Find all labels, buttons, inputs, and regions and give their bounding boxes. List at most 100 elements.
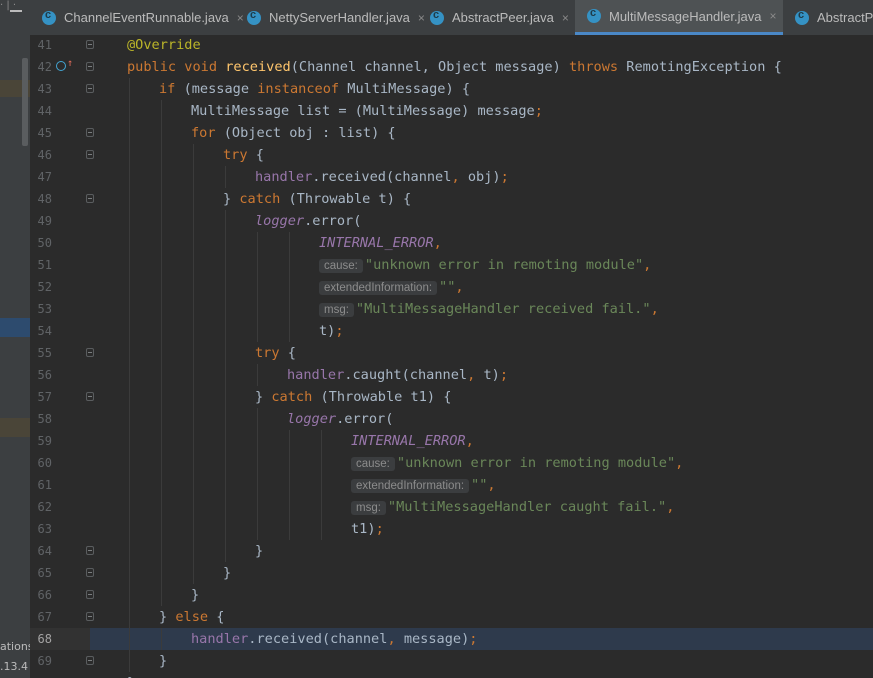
code-line[interactable]: 48} catch (Throwable t) { — [30, 188, 873, 210]
indent-guide — [193, 188, 194, 210]
indent-guide — [225, 320, 226, 342]
code-line[interactable]: 62 msg: "MultiMessageHandler caught fail."… — [30, 496, 873, 518]
line-number: 43 — [37, 82, 52, 96]
code-line[interactable]: 66} — [30, 584, 873, 606]
code-line[interactable]: 46 try { — [30, 144, 873, 166]
collapse-icon[interactable] — [10, 10, 22, 12]
parameter-hint: cause: — [351, 457, 395, 471]
indent-guide — [257, 496, 258, 518]
fold-marker-icon[interactable] — [86, 656, 94, 665]
code-line[interactable]: 64} — [30, 540, 873, 562]
fold-marker-icon[interactable] — [86, 590, 94, 599]
indent-guide — [225, 364, 226, 386]
panel-scrollbar[interactable] — [22, 58, 28, 146]
close-icon[interactable]: × — [769, 9, 776, 23]
indent-guide — [129, 276, 130, 298]
code-line[interactable]: 43 if (message instanceof MultiMessage) { — [30, 78, 873, 100]
code-line[interactable]: 60 cause: "unknown error in remoting modul… — [30, 452, 873, 474]
indent-guide — [257, 474, 258, 496]
code-line[interactable]: 63 t1); — [30, 518, 873, 540]
indent-guide — [129, 606, 130, 628]
code-text: extendedInformation: "", — [351, 474, 496, 497]
indent-guide — [129, 232, 130, 254]
indent-guide — [193, 452, 194, 474]
overrides-method-icon[interactable] — [56, 61, 66, 71]
keyword-token: try — [255, 345, 288, 361]
code-line-content: if (message instanceof MultiMessage) { — [90, 78, 873, 100]
keyword-token: throws — [568, 59, 627, 75]
code-line[interactable]: 67} else { — [30, 606, 873, 628]
indent-guide — [193, 232, 194, 254]
code-line[interactable]: 58 logger.error( — [30, 408, 873, 430]
code-line[interactable]: 54 t); — [30, 320, 873, 342]
indent-guide — [257, 254, 258, 276]
code-token: (message — [183, 81, 258, 97]
indent-guide — [289, 232, 290, 254]
code-line[interactable]: 68 handler.received(channel, message); — [30, 628, 873, 650]
line-number: 62 — [37, 500, 52, 514]
line-number: 67 — [37, 610, 52, 624]
fold-marker-icon[interactable] — [86, 150, 94, 159]
code-line[interactable]: 41 @Override — [30, 35, 873, 56]
fold-marker-icon[interactable] — [86, 612, 94, 621]
fold-marker-icon[interactable] — [86, 40, 94, 49]
indent-guide — [257, 430, 258, 452]
code-line-content: } — [90, 540, 873, 562]
editor-tab[interactable]: ChannelEventRunnable.java× — [30, 0, 244, 35]
code-text: handler.received(channel, message); — [191, 628, 477, 650]
fold-marker-icon[interactable] — [86, 62, 94, 71]
code-line[interactable]: 51 cause: "unknown error in remoting modul… — [30, 254, 873, 276]
code-line[interactable]: 53 msg: "MultiMessageHandler received fail… — [30, 298, 873, 320]
code-line[interactable]: 69} — [30, 650, 873, 672]
fold-marker-icon[interactable] — [86, 348, 94, 357]
code-line[interactable]: 70} — [30, 672, 873, 678]
code-line[interactable]: 42 ↑ public void received(Channel channel,… — [30, 56, 873, 78]
line-number: 58 — [37, 412, 52, 426]
code-text: t1); — [351, 518, 384, 540]
indent-guide — [161, 320, 162, 342]
code-line[interactable]: 56 handler.caught(channel, t); — [30, 364, 873, 386]
editor-tab[interactable]: MultiMessageHandler.java × — [575, 0, 783, 35]
editor-tab[interactable]: NettyServerHandler.java× — [235, 0, 425, 35]
code-line[interactable]: 50 INTERNAL_ERROR, — [30, 232, 873, 254]
code-line[interactable]: 52 extendedInformation: "", — [30, 276, 873, 298]
close-icon[interactable]: × — [562, 11, 569, 25]
fold-marker-icon[interactable] — [86, 194, 94, 203]
code-line[interactable]: 59 INTERNAL_ERROR, — [30, 430, 873, 452]
panel-status-1: ations — [0, 640, 30, 653]
code-line[interactable]: 47 handler.received(channel, obj); — [30, 166, 873, 188]
line-number: 70 — [30, 672, 52, 678]
fold-marker-icon[interactable] — [86, 392, 94, 401]
code-line[interactable]: 57} catch (Throwable t1) { — [30, 386, 873, 408]
editor-tab[interactable]: AbstractPro — [783, 0, 873, 35]
fold-marker-icon[interactable] — [86, 84, 94, 93]
code-line-content: INTERNAL_ERROR, — [90, 430, 873, 452]
line-number: 45 — [37, 126, 52, 140]
indent-guide — [225, 166, 226, 188]
line-number: 63 — [37, 522, 52, 536]
code-token: .received(channel — [248, 631, 388, 647]
indent-guide — [289, 254, 290, 276]
code-line-content: for (Object obj : list) { — [90, 122, 873, 144]
code-line[interactable]: 49 logger.error( — [30, 210, 873, 232]
code-line[interactable]: 44 MultiMessage list = (MultiMessage) mes… — [30, 100, 873, 122]
keyword-token: else — [175, 609, 217, 625]
static-field-token: logger — [287, 411, 337, 427]
indent-guide — [257, 320, 258, 342]
fold-marker-icon[interactable] — [86, 568, 94, 577]
code-line[interactable]: 61 extendedInformation: "", — [30, 474, 873, 496]
code-line[interactable]: 55 try { — [30, 342, 873, 364]
indent-guide — [257, 232, 258, 254]
code-token: MultiMessage list = (MultiMessage) messa… — [191, 103, 535, 119]
indent-guide — [161, 518, 162, 540]
indent-guide — [225, 408, 226, 430]
code-line[interactable]: 45 for (Object obj : list) { — [30, 122, 873, 144]
editor-tab[interactable]: AbstractPeer.java × — [418, 0, 575, 35]
fold-marker-icon[interactable] — [86, 546, 94, 555]
code-line[interactable]: 65} — [30, 562, 873, 584]
code-token: .error( — [336, 411, 394, 427]
line-number: 59 — [37, 434, 52, 448]
fold-marker-icon[interactable] — [86, 128, 94, 137]
code-editor[interactable]: 41 @Override 42 ↑ public void received(Chann… — [30, 35, 873, 678]
arrow-up-icon: ↑ — [67, 58, 74, 69]
